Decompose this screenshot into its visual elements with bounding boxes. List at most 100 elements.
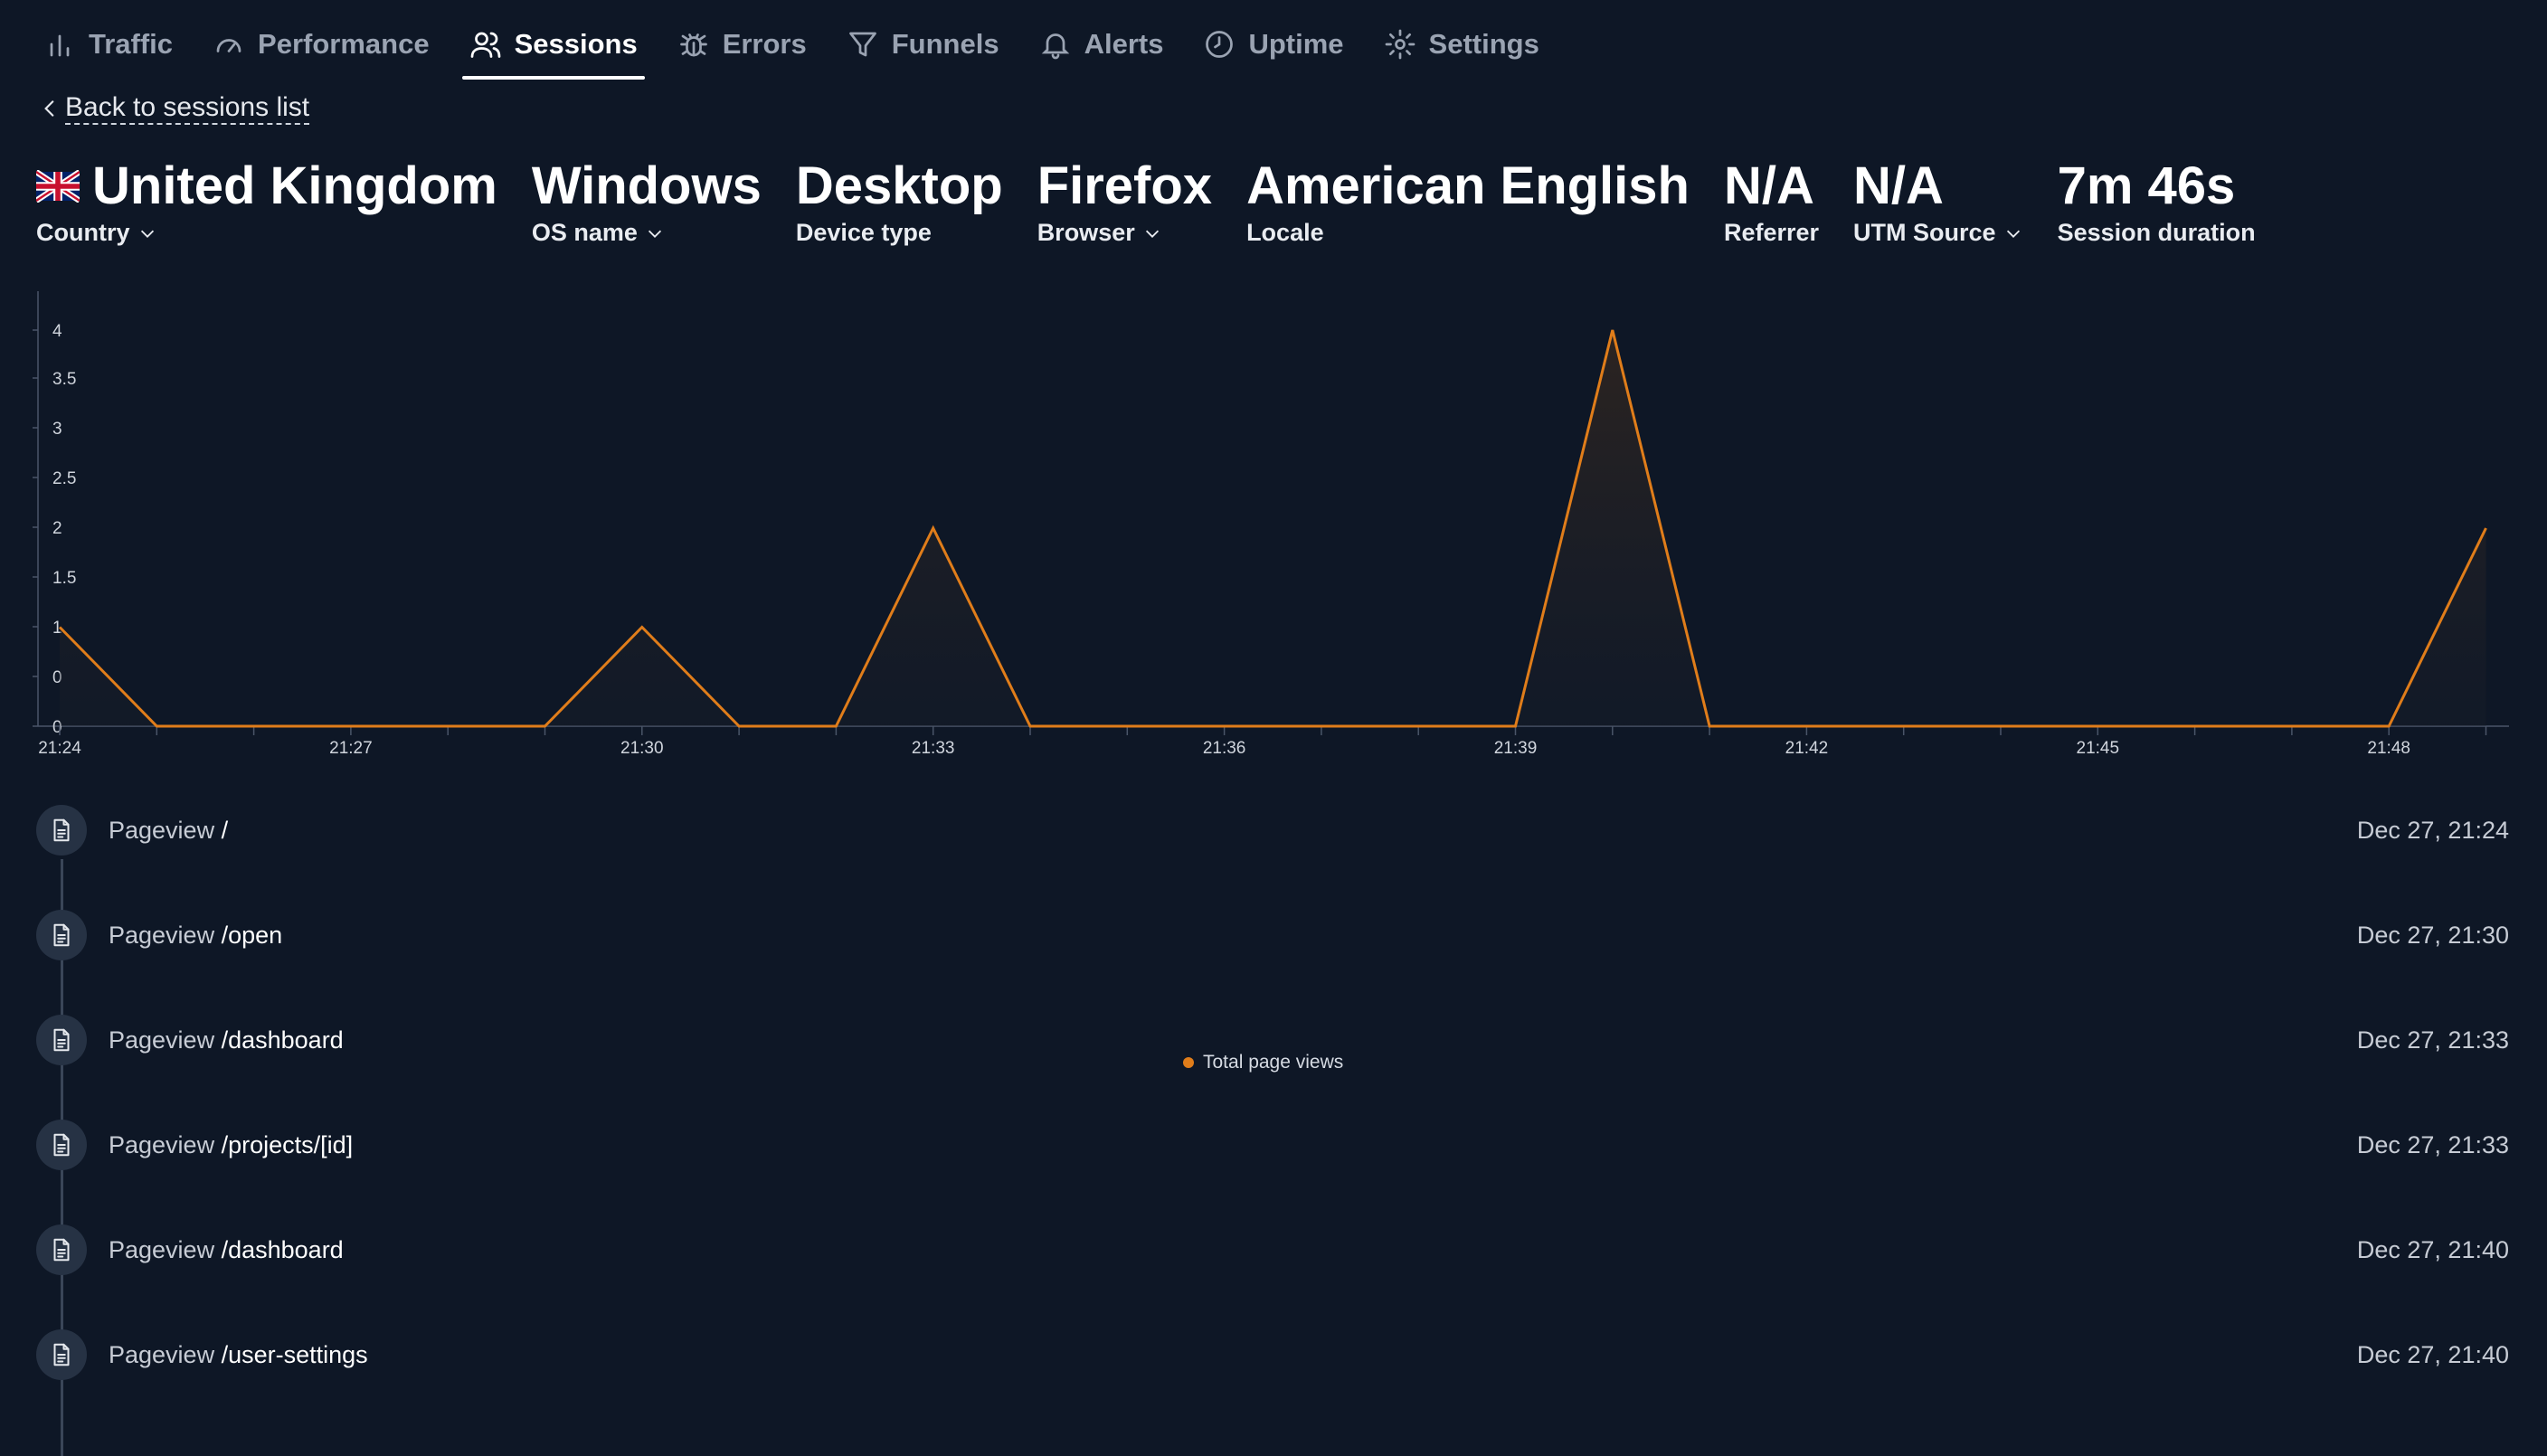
utm-filter[interactable]: UTM Source [1853,219,2023,247]
os-filter[interactable]: OS name [532,219,762,247]
x-tick-label: 21:27 [329,739,373,758]
timeline-item[interactable]: Pageview / Dec 27, 21:24 [36,805,2509,910]
chevron-down-icon [1145,230,1159,238]
stat-locale: American English Locale [1246,156,1690,247]
event-time: Dec 27, 21:30 [2356,922,2509,949]
document-icon [36,1015,87,1065]
device-value: Desktop [795,156,1003,215]
x-tick-label: 21:48 [2367,739,2410,758]
y-tick-label: 3 [52,420,62,439]
tab-alerts[interactable]: Alerts [1032,18,1171,71]
event-type: Pageview [109,1341,215,1368]
event-time: Dec 27, 21:33 [2356,1131,2509,1158]
timeline-item-text: Pageview / [109,805,228,856]
chevron-down-icon [648,230,661,238]
event-type: Pageview [109,1131,215,1158]
tab-performance-label: Performance [258,28,430,60]
stat-country: United Kingdom Country [36,156,497,247]
series-line [58,329,2487,728]
utm-label: UTM Source [1853,219,1996,246]
tab-errors[interactable]: Errors [670,18,814,71]
x-tick-label: 21:30 [620,739,664,758]
event-time: Dec 27, 21:40 [2356,1341,2509,1368]
page-views-chart: 0 0 1 1.5 2 2.5 3 3.5 4 21:24 21:27 21:30 21:33 21:36… [0,280,2547,1073]
uk-flag-icon [36,170,80,203]
tab-funnels[interactable]: Funnels [839,18,1007,71]
event-type: Pageview [109,1236,215,1263]
back-to-sessions-link[interactable]: Back to sessions list [38,92,310,125]
device-label: Device type [795,219,932,246]
timeline-item[interactable]: Pageview /open Dec 27, 21:30 [36,910,2509,1015]
y-tick-label: 2 [52,519,62,538]
locale-value: American English [1246,156,1690,215]
timeline-item[interactable]: Pageview /dashboard Dec 27, 21:33 [36,1015,2509,1120]
country-filter[interactable]: Country [36,219,497,247]
stat-device: Desktop Device type [796,156,1003,247]
timeline-item-text: Pageview /user-settings [109,1329,368,1380]
gear-icon [1384,28,1416,61]
stat-utm: N/A UTM Source [1853,156,2023,247]
x-tick-label: 21:45 [2077,739,2120,758]
event-type: Pageview [109,1026,215,1054]
tab-traffic[interactable]: Traffic [36,18,180,71]
event-path: /dashboard [221,1236,344,1263]
timeline-item-text: Pageview /dashboard [109,1015,344,1065]
tab-errors-label: Errors [722,28,807,60]
event-type: Pageview [109,922,215,949]
y-tick-label: 2.5 [52,469,76,488]
country-value: United Kingdom [92,156,497,215]
os-value: Windows [531,156,762,215]
utm-value: N/A [1853,156,1944,215]
event-type: Pageview [109,817,215,844]
document-icon [36,1224,87,1275]
chevron-down-icon [140,230,154,238]
series-area [60,330,2486,726]
event-path: /projects/[id] [221,1131,354,1158]
browser-label: Browser [1037,219,1135,246]
document-icon [36,805,87,856]
x-tick-label: 21:33 [912,739,955,758]
bell-icon [1039,28,1072,61]
gauge-icon [213,28,245,61]
timeline-item-text: Pageview /dashboard [109,1224,344,1275]
locale-label: Locale [1246,219,1324,246]
document-icon [36,910,87,960]
stat-os: Windows OS name [532,156,762,247]
tab-settings-label: Settings [1428,28,1539,60]
x-tick-label: 21:24 [38,739,81,758]
users-icon [469,28,502,61]
stat-browser: Firefox Browser [1037,156,1212,247]
back-link-label: Back to sessions list [65,92,310,125]
y-tick-label: 3.5 [52,370,76,389]
y-tick-label: 1.5 [52,569,76,588]
x-tick-label: 21:42 [1785,739,1829,758]
tab-uptime[interactable]: Uptime [1196,18,1350,71]
tab-funnels-label: Funnels [891,28,999,60]
stat-referrer: N/A Referrer [1724,156,1819,247]
x-tick-label: 21:36 [1203,739,1246,758]
tab-performance[interactable]: Performance [205,18,437,71]
timeline-item[interactable]: Pageview /projects/[id] Dec 27, 21:33 [36,1120,2509,1224]
browser-filter[interactable]: Browser [1037,219,1212,247]
bar-chart-icon [43,28,76,61]
browser-value: Firefox [1037,156,1213,215]
event-path: /open [221,922,283,949]
referrer-label: Referrer [1723,219,1820,246]
os-label: OS name [531,219,638,246]
bug-icon [677,28,710,61]
timeline-item[interactable]: Pageview /user-settings Dec 27, 21:40 [36,1329,2509,1434]
event-time: Dec 27, 21:24 [2356,817,2509,844]
session-stats: United Kingdom Country Windows OS name D… [36,156,2290,247]
chevron-left-icon [44,100,54,117]
event-path: /dashboard [221,1026,344,1054]
tab-uptime-label: Uptime [1248,28,1344,60]
chevron-down-icon [2006,230,2020,238]
document-icon [36,1120,87,1170]
tab-settings[interactable]: Settings [1377,18,1547,71]
duration-label: Session duration [2057,219,2256,246]
x-tick-label: 21:39 [1494,739,1538,758]
tab-sessions[interactable]: Sessions [461,18,645,80]
country-label: Country [36,219,130,246]
duration-value: 7m 46s [2057,156,2236,215]
timeline-item[interactable]: Pageview /dashboard Dec 27, 21:40 [36,1224,2509,1329]
